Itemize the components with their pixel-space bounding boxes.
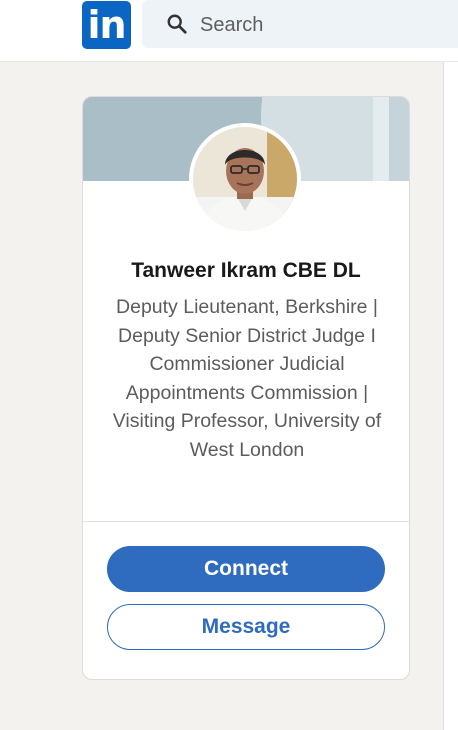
connect-button[interactable]: Connect (107, 546, 385, 592)
banner-column-shape-dark (389, 97, 409, 181)
profile-avatar[interactable] (189, 123, 301, 235)
avatar-photo (193, 127, 297, 231)
profile-headline: Deputy Lieutenant, Berkshire | Deputy Se… (112, 296, 382, 461)
linkedin-logo[interactable]: in (82, 1, 131, 49)
message-button[interactable]: Message (107, 604, 385, 650)
profile-card: Tanweer Ikram CBE DL Deputy Lieutenant, … (82, 96, 410, 680)
card-divider (83, 521, 409, 522)
search-icon (167, 14, 187, 34)
profile-name[interactable]: Tanweer Ikram CBE DL (83, 259, 409, 283)
search-bar[interactable] (142, 0, 458, 48)
search-input[interactable] (200, 12, 450, 38)
top-navigation-bar: in (0, 0, 458, 62)
right-panel-edge (443, 62, 458, 730)
